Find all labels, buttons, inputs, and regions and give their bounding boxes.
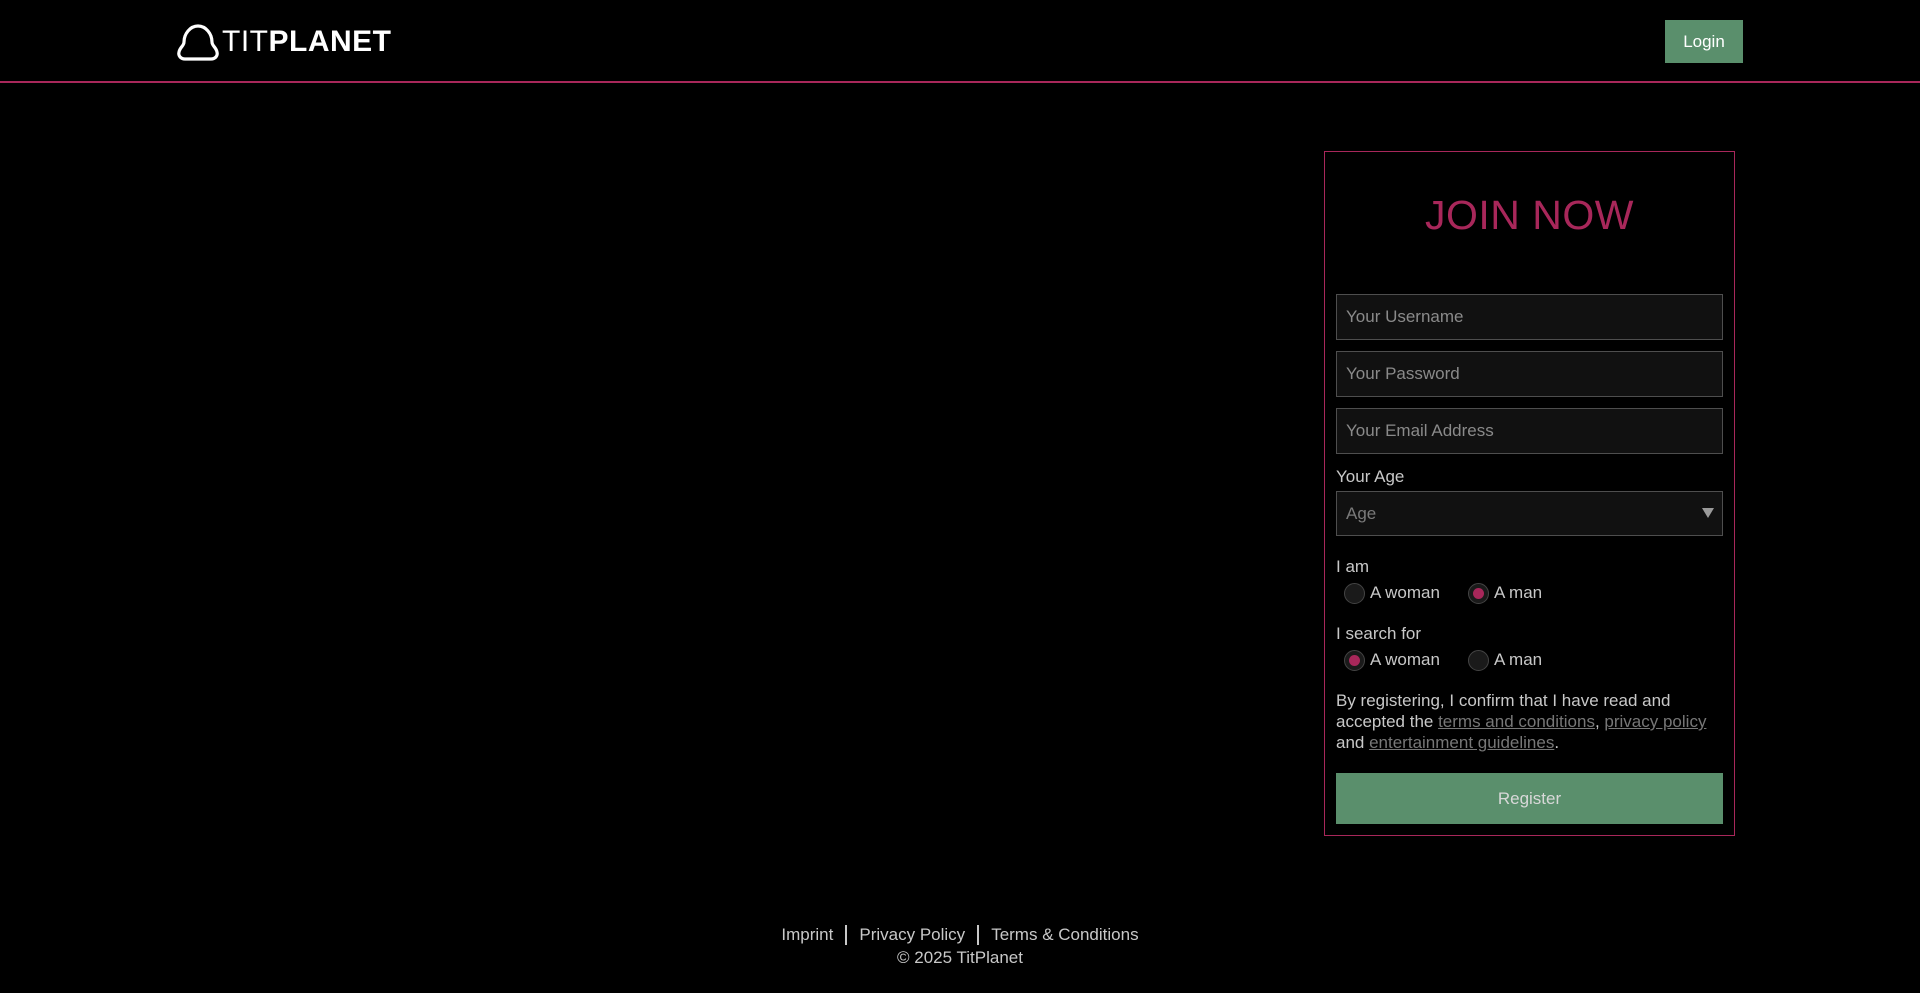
caret-down-icon [1702, 508, 1714, 518]
iam-man-radio[interactable] [1467, 582, 1489, 604]
username-input[interactable] [1336, 294, 1723, 340]
password-input[interactable] [1336, 351, 1723, 397]
search-man-radio[interactable] [1467, 649, 1489, 671]
search-woman-radio[interactable] [1344, 649, 1365, 671]
age-select-value: Age [1346, 503, 1377, 523]
footer-imprint-link[interactable]: Imprint [769, 925, 845, 945]
iam-label: I am [1336, 557, 1370, 576]
logo-text-bold: PLANET [268, 25, 392, 58]
terms-comma: , [1594, 712, 1605, 731]
search-man-label: A man [1493, 650, 1543, 669]
logo-text: TITPLANET [222, 22, 392, 62]
footer-terms-link[interactable]: Terms & Conditions [979, 925, 1150, 945]
iam-woman-label: A woman [1370, 583, 1440, 602]
terms-text: By registering, I confirm that I have re… [1336, 690, 1728, 753]
search-woman-label: A woman [1370, 650, 1440, 669]
iam-man-option[interactable]: A man [1467, 582, 1543, 604]
login-button[interactable]: Login [1665, 20, 1743, 63]
guidelines-link[interactable]: entertainment guidelines [1369, 733, 1554, 752]
iam-woman-option[interactable]: A woman [1344, 582, 1440, 604]
join-title: JOIN NOW [1425, 192, 1634, 238]
iam-man-label: A man [1493, 583, 1543, 602]
logo-text-light: TIT [222, 25, 269, 58]
age-label: Your Age [1336, 467, 1405, 486]
footer-privacy-link[interactable]: Privacy Policy [847, 925, 977, 945]
logo[interactable]: TITPLANET [176, 22, 392, 62]
search-man-option[interactable]: A man [1467, 649, 1543, 671]
heart-logo-icon [177, 24, 219, 61]
copyright: © 2025 TitPlanet [897, 948, 1023, 967]
iam-radio-group: A woman A man [1344, 581, 1570, 605]
privacy-link[interactable]: privacy policy [1604, 712, 1706, 731]
search-woman-option[interactable]: A woman [1344, 649, 1440, 671]
terms-link[interactable]: terms and conditions [1438, 712, 1595, 731]
join-form: JOIN NOW Your Age Age I am A woman A man… [1324, 151, 1735, 836]
iam-woman-radio[interactable] [1344, 582, 1365, 604]
terms-end: . [1554, 733, 1560, 752]
terms-and: and [1336, 733, 1370, 752]
register-button[interactable]: Register [1336, 773, 1723, 824]
site-header: TITPLANET Login [0, 0, 1920, 83]
email-input[interactable] [1336, 408, 1723, 454]
search-for-label: I search for [1336, 624, 1422, 643]
age-select[interactable]: Age [1336, 491, 1723, 536]
footer-links: Imprint Privacy Policy Terms & Condition… [0, 925, 1920, 945]
search-radio-group: A woman A man [1344, 648, 1570, 672]
